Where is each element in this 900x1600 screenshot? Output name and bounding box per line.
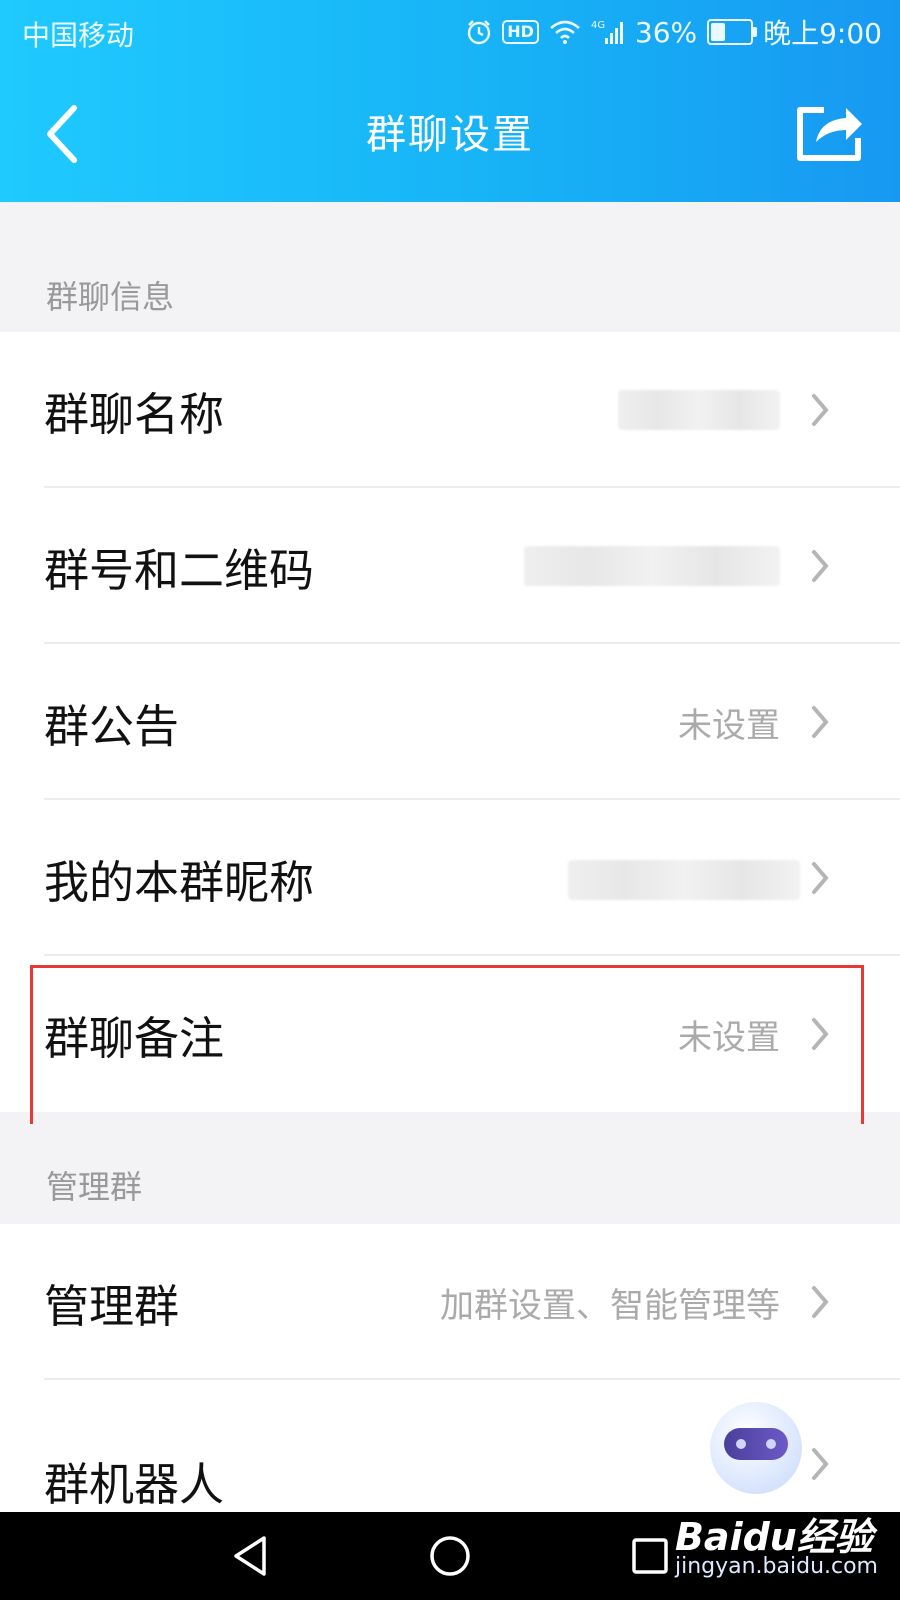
- carrier-name: 中国移动: [22, 19, 135, 52]
- chevron-right-icon: [812, 1018, 829, 1050]
- row-my-group-nickname[interactable]: 我的本群昵称: [0, 800, 900, 956]
- recents-square-icon: [632, 1538, 668, 1574]
- section-header-manage: 管理群: [0, 1124, 900, 1224]
- page-title: 群聊设置: [366, 112, 534, 158]
- section-title-group-info: 群聊信息: [46, 278, 175, 316]
- back-triangle-icon: [234, 1536, 266, 1576]
- share-button[interactable]: [794, 100, 866, 164]
- battery-percent: 36%: [634, 15, 698, 49]
- system-navigation-bar: Baidu经验 jingyan.baidu.com: [0, 1512, 900, 1600]
- nav-back-button[interactable]: [224, 1530, 276, 1582]
- clock-time: 晚上9:00: [763, 17, 882, 50]
- robot-avatar: [710, 1402, 802, 1494]
- battery-icon: [707, 19, 758, 45]
- status-bar: 中国移动 HD 4G 36% 晚上9:00: [0, 0, 900, 64]
- row-value: 加群设置、智能管理等: [440, 1285, 780, 1326]
- watermark-url: jingyan.baidu.com: [674, 1554, 878, 1579]
- chevron-right-icon: [812, 862, 829, 894]
- chevron-right-icon: [812, 1286, 829, 1318]
- row-group-id-qrcode[interactable]: 群号和二维码: [0, 488, 900, 644]
- section-header-group-info: 群聊信息: [0, 202, 900, 332]
- blurred-value: [568, 860, 800, 900]
- status-icons: HD 4G 36% 晚上9:00: [466, 12, 882, 52]
- hd-icon: HD: [502, 20, 539, 44]
- nav-recents-button[interactable]: [624, 1530, 676, 1582]
- row-group-name[interactable]: 群聊名称: [0, 332, 900, 488]
- row-label: 群号和二维码: [44, 543, 315, 597]
- chevron-right-icon: [812, 394, 829, 426]
- section-title-manage: 管理群: [46, 1168, 143, 1206]
- nav-home-button[interactable]: [424, 1530, 476, 1582]
- chevron-right-icon: [812, 1448, 829, 1480]
- blurred-value: [524, 546, 780, 586]
- blurred-value: [618, 390, 780, 430]
- row-label: 群公告: [44, 699, 180, 753]
- network-type: 4G: [591, 20, 605, 31]
- row-manage-group[interactable]: 管理群 加群设置、智能管理等: [0, 1224, 900, 1380]
- row-value: 未设置: [678, 705, 780, 746]
- row-label: 群聊备注: [44, 1011, 225, 1065]
- row-group-robot[interactable]: 群机器人: [0, 1380, 900, 1512]
- row-label: 群聊名称: [44, 387, 225, 441]
- row-group-announcement[interactable]: 群公告 未设置: [0, 644, 900, 800]
- chevron-right-icon: [812, 706, 829, 738]
- alarm-icon: [468, 20, 491, 45]
- row-label: 群机器人: [44, 1458, 225, 1511]
- wifi-icon: [550, 20, 580, 44]
- row-label: 我的本群昵称: [44, 855, 315, 909]
- row-group-remark[interactable]: 群聊备注 未设置: [0, 956, 900, 1112]
- navigation-header: 群聊设置: [0, 64, 900, 202]
- baidu-watermark: Baidu经验 jingyan.baidu.com: [674, 1515, 878, 1582]
- row-value: 未设置: [678, 1017, 780, 1058]
- top-header: 中国移动 HD 4G 36% 晚上9:00 群聊设置: [0, 0, 900, 202]
- share-icon: [797, 107, 862, 161]
- watermark-logo: Baidu经验: [674, 1515, 873, 1559]
- home-circle-icon: [430, 1536, 470, 1576]
- row-label: 管理群: [44, 1279, 180, 1333]
- signal-icon: 4G: [591, 20, 623, 44]
- chevron-right-icon: [812, 550, 829, 582]
- robot-visor: [724, 1428, 788, 1460]
